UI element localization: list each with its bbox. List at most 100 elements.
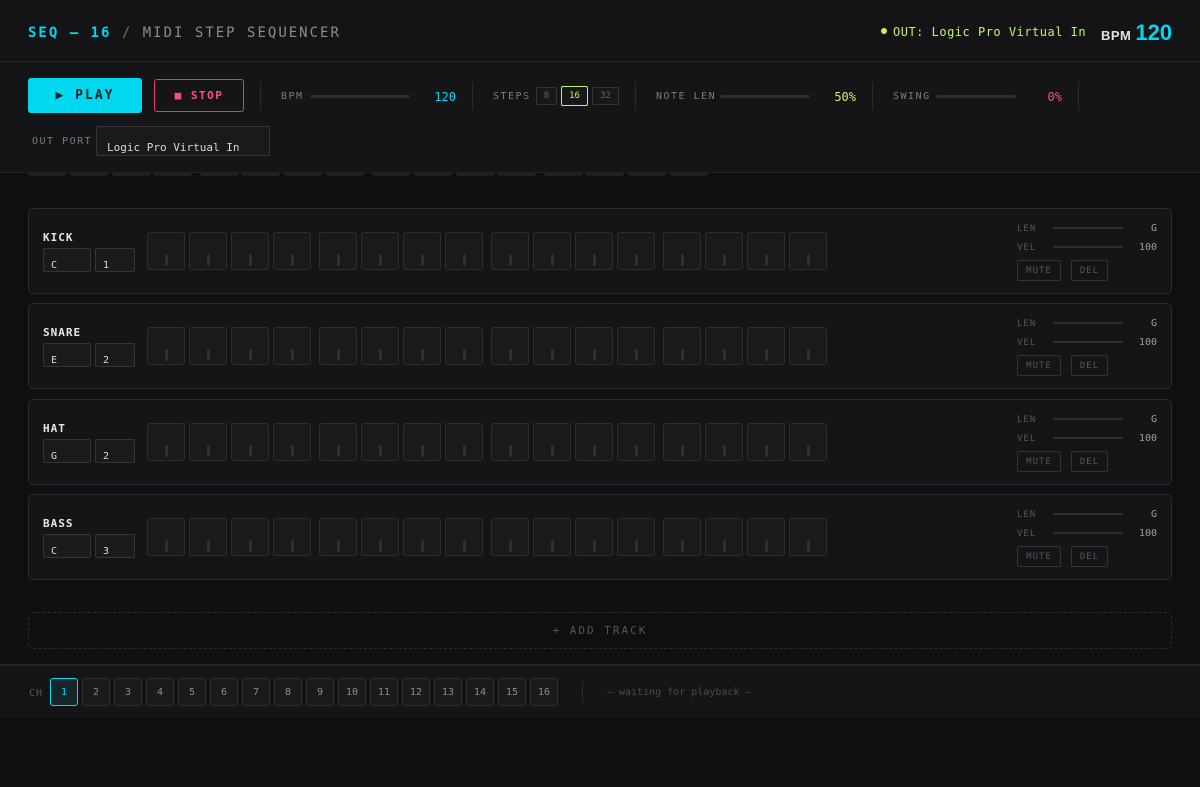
bpm-slider[interactable]	[310, 95, 410, 98]
note-len-slider[interactable]	[720, 95, 810, 98]
step-button[interactable]	[789, 518, 827, 556]
channel-button-10[interactable]: 10	[338, 678, 366, 706]
vel-slider[interactable]	[1053, 246, 1123, 248]
step-button[interactable]	[189, 518, 227, 556]
vel-slider[interactable]	[1053, 437, 1123, 439]
step-button[interactable]	[789, 423, 827, 461]
len-slider[interactable]	[1053, 322, 1123, 324]
step-button[interactable]	[445, 518, 483, 556]
delete-track-button[interactable]: DEL	[1071, 451, 1108, 472]
step-button[interactable]	[231, 327, 269, 365]
step-button[interactable]	[273, 518, 311, 556]
len-slider[interactable]	[1053, 513, 1123, 515]
step-button[interactable]	[147, 423, 185, 461]
channel-button-6[interactable]: 6	[210, 678, 238, 706]
step-button[interactable]	[189, 327, 227, 365]
octave-select[interactable]: 2	[95, 343, 135, 367]
step-button[interactable]	[445, 423, 483, 461]
step-button[interactable]	[575, 518, 613, 556]
channel-button-2[interactable]: 2	[82, 678, 110, 706]
step-button[interactable]	[663, 232, 701, 270]
octave-select[interactable]: 2	[95, 439, 135, 463]
step-button[interactable]	[147, 327, 185, 365]
step-button[interactable]	[747, 327, 785, 365]
octave-select[interactable]: 1	[95, 248, 135, 272]
step-button[interactable]	[575, 423, 613, 461]
step-button[interactable]	[231, 518, 269, 556]
step-button[interactable]	[319, 423, 357, 461]
step-button[interactable]	[403, 423, 441, 461]
len-slider[interactable]	[1053, 227, 1123, 229]
channel-button-4[interactable]: 4	[146, 678, 174, 706]
channel-button-9[interactable]: 9	[306, 678, 334, 706]
step-button[interactable]	[147, 232, 185, 270]
step-button[interactable]	[789, 232, 827, 270]
step-button[interactable]	[491, 327, 529, 365]
stop-button[interactable]: ■ STOP	[154, 79, 244, 112]
step-button[interactable]	[663, 327, 701, 365]
step-button[interactable]	[361, 232, 399, 270]
step-button[interactable]	[533, 423, 571, 461]
step-button[interactable]	[491, 518, 529, 556]
step-button[interactable]	[617, 518, 655, 556]
step-button[interactable]	[231, 423, 269, 461]
step-button[interactable]	[189, 423, 227, 461]
channel-button-15[interactable]: 15	[498, 678, 526, 706]
step-button[interactable]	[445, 232, 483, 270]
delete-track-button[interactable]: DEL	[1071, 355, 1108, 376]
mute-button[interactable]: MUTE	[1017, 355, 1061, 376]
play-button[interactable]: ▶ PLAY	[28, 78, 142, 113]
channel-button-3[interactable]: 3	[114, 678, 142, 706]
step-button[interactable]	[663, 518, 701, 556]
mute-button[interactable]: MUTE	[1017, 546, 1061, 567]
step-button[interactable]	[361, 518, 399, 556]
mute-button[interactable]: MUTE	[1017, 260, 1061, 281]
step-button[interactable]	[789, 327, 827, 365]
channel-button-5[interactable]: 5	[178, 678, 206, 706]
note-select[interactable]: C	[43, 534, 91, 558]
len-slider[interactable]	[1053, 418, 1123, 420]
channel-button-13[interactable]: 13	[434, 678, 462, 706]
step-button[interactable]	[663, 423, 701, 461]
out-port-select[interactable]: Logic Pro Virtual In	[96, 126, 270, 156]
delete-track-button[interactable]: DEL	[1071, 260, 1108, 281]
vel-slider[interactable]	[1053, 341, 1123, 343]
steps-option-16[interactable]: 16	[561, 86, 588, 106]
note-select[interactable]: E	[43, 343, 91, 367]
step-button[interactable]	[319, 327, 357, 365]
step-button[interactable]	[403, 518, 441, 556]
note-select[interactable]: C	[43, 248, 91, 272]
steps-option-8[interactable]: 8	[536, 87, 557, 105]
note-select[interactable]: G	[43, 439, 91, 463]
step-button[interactable]	[273, 232, 311, 270]
step-button[interactable]	[617, 327, 655, 365]
channel-button-14[interactable]: 14	[466, 678, 494, 706]
step-button[interactable]	[705, 232, 743, 270]
step-button[interactable]	[705, 327, 743, 365]
step-button[interactable]	[575, 232, 613, 270]
channel-button-16[interactable]: 16	[530, 678, 558, 706]
step-button[interactable]	[319, 518, 357, 556]
step-button[interactable]	[533, 518, 571, 556]
step-button[interactable]	[361, 327, 399, 365]
channel-button-12[interactable]: 12	[402, 678, 430, 706]
step-button[interactable]	[491, 232, 529, 270]
step-button[interactable]	[403, 327, 441, 365]
channel-button-7[interactable]: 7	[242, 678, 270, 706]
step-button[interactable]	[617, 232, 655, 270]
step-button[interactable]	[491, 423, 529, 461]
step-button[interactable]	[319, 232, 357, 270]
swing-slider[interactable]	[936, 95, 1016, 98]
step-button[interactable]	[533, 327, 571, 365]
step-button[interactable]	[533, 232, 571, 270]
step-button[interactable]	[747, 423, 785, 461]
channel-button-8[interactable]: 8	[274, 678, 302, 706]
octave-select[interactable]: 3	[95, 534, 135, 558]
step-button[interactable]	[273, 327, 311, 365]
step-button[interactable]	[747, 518, 785, 556]
add-track-button[interactable]: + ADD TRACK	[28, 612, 1172, 649]
step-button[interactable]	[575, 327, 613, 365]
mute-button[interactable]: MUTE	[1017, 451, 1061, 472]
step-button[interactable]	[147, 518, 185, 556]
channel-button-11[interactable]: 11	[370, 678, 398, 706]
